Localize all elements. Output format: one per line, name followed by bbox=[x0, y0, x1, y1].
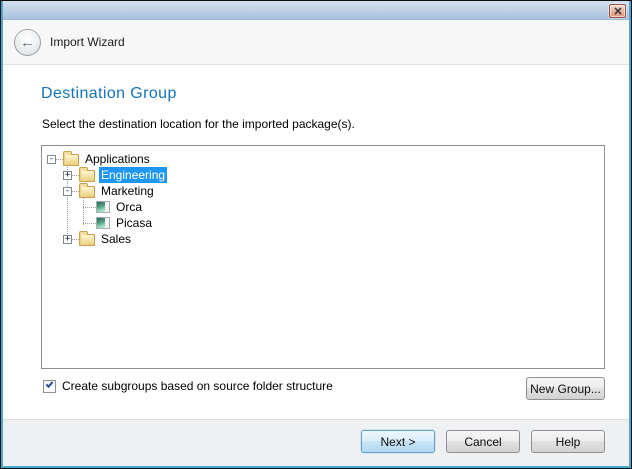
new-group-button[interactable]: New Group... bbox=[526, 377, 605, 400]
back-arrow-icon: ← bbox=[20, 35, 35, 50]
tree-item-label[interactable]: Marketing bbox=[99, 183, 156, 199]
folder-icon bbox=[79, 170, 95, 182]
create-subgroups-option: Create subgroups based on source folder … bbox=[43, 379, 333, 393]
tree-connector bbox=[83, 223, 96, 224]
destination-tree: - Applications + Engineering - Marketing… bbox=[41, 145, 605, 369]
close-button[interactable] bbox=[609, 4, 626, 18]
folder-icon bbox=[79, 234, 95, 246]
folder-icon bbox=[79, 186, 95, 198]
tree-item-engineering[interactable]: + Engineering bbox=[42, 167, 604, 183]
instruction-text: Select the destination location for the … bbox=[42, 117, 355, 131]
page-title: Destination Group bbox=[41, 85, 177, 103]
footer-button-bar: Next > Cancel Help bbox=[3, 419, 629, 466]
tree-item-label[interactable]: Sales bbox=[99, 231, 133, 247]
import-wizard-window: ← Import Wizard Destination Group Select… bbox=[0, 0, 632, 469]
cancel-button[interactable]: Cancel bbox=[446, 430, 520, 453]
tree-item-orca[interactable]: Orca bbox=[42, 199, 604, 215]
checkmark-icon bbox=[46, 380, 54, 388]
tree-item-label[interactable]: Applications bbox=[83, 151, 152, 167]
next-button[interactable]: Next > bbox=[361, 430, 435, 453]
tree-connector bbox=[83, 207, 96, 208]
tree-item-applications[interactable]: - Applications bbox=[42, 151, 604, 167]
tree-item-label-selected[interactable]: Engineering bbox=[99, 167, 167, 183]
wizard-title: Import Wizard bbox=[50, 35, 125, 49]
expand-expander-icon[interactable]: + bbox=[63, 235, 72, 244]
collapse-expander-icon[interactable]: - bbox=[63, 187, 72, 196]
back-button[interactable]: ← bbox=[14, 29, 41, 56]
package-icon bbox=[96, 217, 110, 229]
tree-item-sales[interactable]: + Sales bbox=[42, 231, 604, 247]
tree-item-label[interactable]: Orca bbox=[114, 199, 144, 215]
tree-item-label[interactable]: Picasa bbox=[114, 215, 154, 231]
close-icon bbox=[614, 7, 622, 15]
tree-connector bbox=[72, 175, 79, 176]
help-button[interactable]: Help bbox=[531, 430, 605, 453]
wizard-header: ← Import Wizard bbox=[2, 20, 630, 65]
expand-expander-icon[interactable]: + bbox=[63, 171, 72, 180]
create-subgroups-checkbox[interactable] bbox=[43, 380, 56, 393]
tree-connector bbox=[72, 191, 79, 192]
tree-item-marketing[interactable]: - Marketing bbox=[42, 183, 604, 199]
tree-connector bbox=[72, 239, 79, 240]
tree-item-picasa[interactable]: Picasa bbox=[42, 215, 604, 231]
collapse-expander-icon[interactable]: - bbox=[47, 155, 56, 164]
folder-icon bbox=[63, 154, 79, 166]
title-bar bbox=[1, 1, 631, 20]
package-icon bbox=[96, 201, 110, 213]
tree-connector bbox=[56, 159, 63, 160]
create-subgroups-label: Create subgroups based on source folder … bbox=[62, 379, 333, 393]
